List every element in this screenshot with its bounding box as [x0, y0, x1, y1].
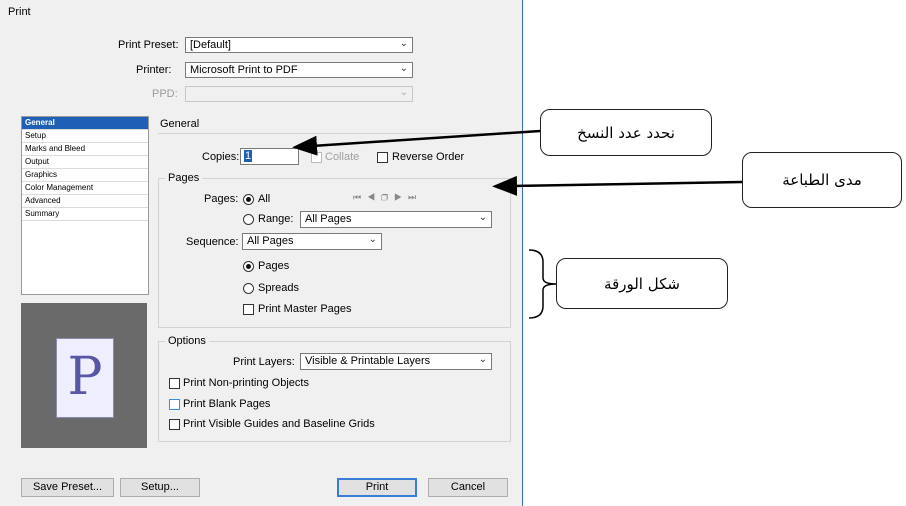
range-arrow	[492, 175, 743, 196]
copies-arrow	[292, 129, 541, 156]
annotation-arrows	[292, 129, 743, 319]
paper-bracket	[528, 249, 557, 319]
